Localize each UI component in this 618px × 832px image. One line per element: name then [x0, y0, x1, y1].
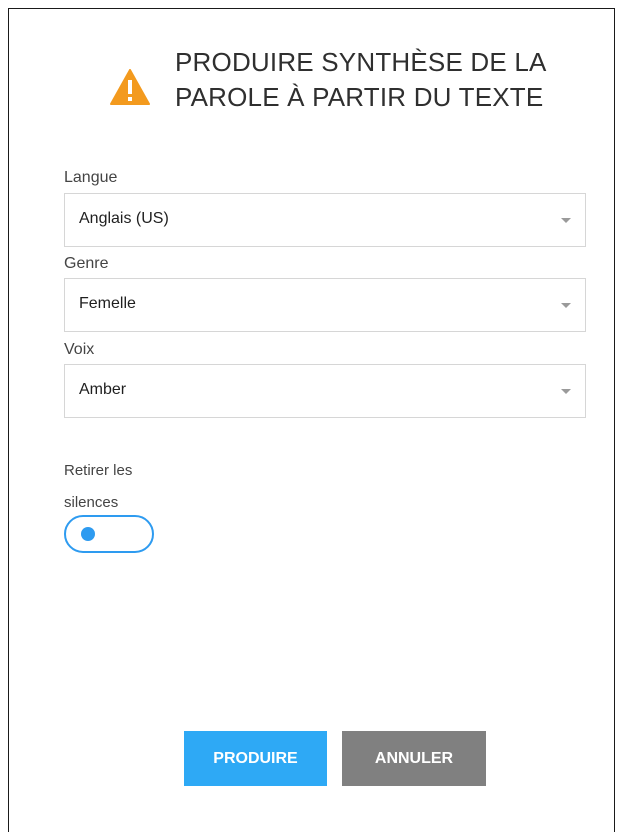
language-label: Langue: [64, 169, 118, 186]
produce-button[interactable]: PRODUIRE: [184, 731, 327, 786]
gender-label: Genre: [64, 255, 109, 272]
toggle-knob: [81, 527, 95, 541]
language-select[interactable]: Anglais (US): [64, 193, 586, 247]
language-value: Anglais (US): [79, 210, 169, 227]
caret-down-icon: [561, 218, 571, 223]
tts-dialog: PRODUIRE SYNTHÈSE DE LA PAROLE À PARTIR …: [8, 8, 615, 832]
voice-select[interactable]: Amber: [64, 364, 586, 418]
voice-label: Voix: [64, 341, 95, 358]
remove-silences-label: Retirer les silences: [64, 462, 133, 511]
gender-value: Femelle: [79, 295, 136, 312]
remove-silences-toggle[interactable]: [64, 515, 154, 553]
caret-down-icon: [561, 303, 571, 308]
cancel-button[interactable]: ANNULER: [342, 731, 486, 786]
caret-down-icon: [561, 389, 571, 394]
warning-icon: [110, 69, 150, 105]
dialog-title: PRODUIRE SYNTHÈSE DE LA PAROLE À PARTIR …: [175, 47, 546, 112]
gender-select[interactable]: Femelle: [64, 278, 586, 332]
voice-value: Amber: [79, 381, 127, 398]
